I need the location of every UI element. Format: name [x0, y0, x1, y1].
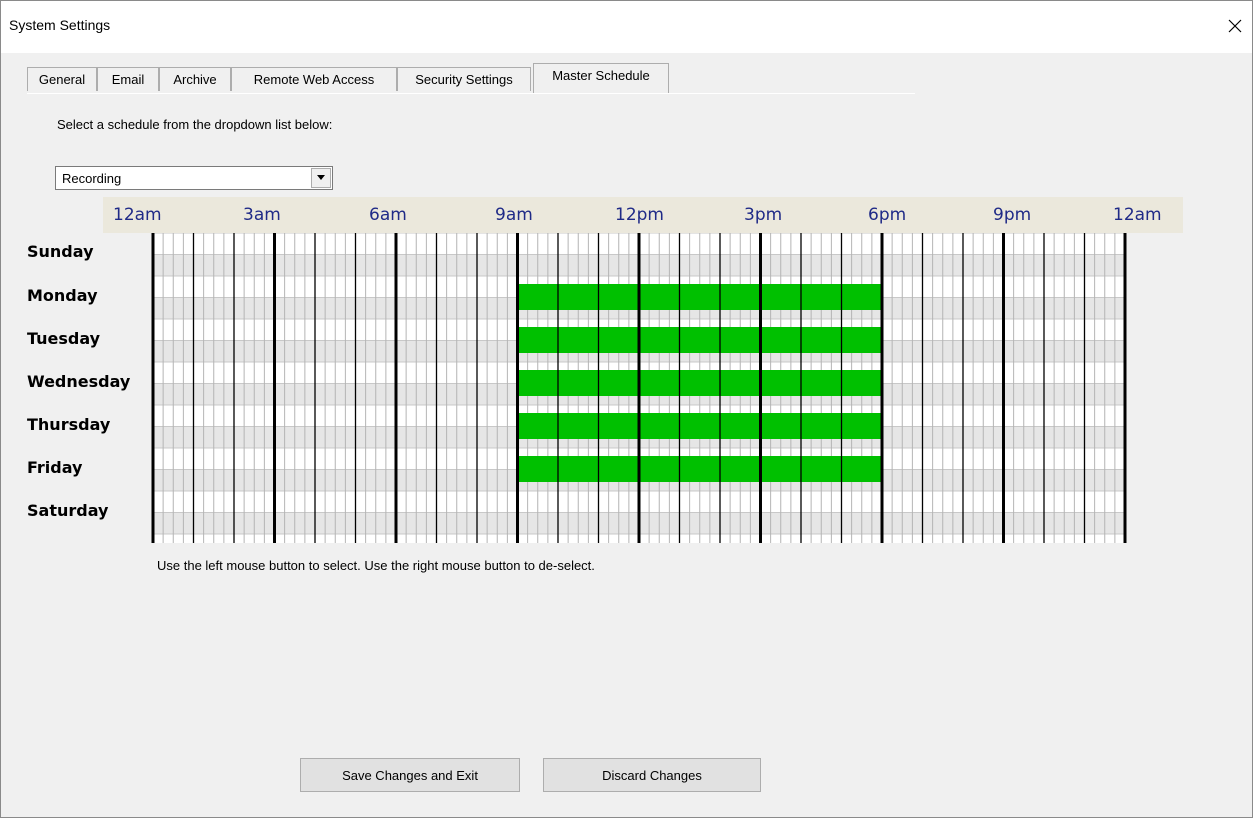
title-bar: System Settings	[1, 1, 1252, 53]
chevron-down-icon	[317, 175, 325, 180]
tab-remote-web-access[interactable]: Remote Web Access	[231, 67, 397, 91]
tab-archive[interactable]: Archive	[159, 67, 231, 91]
time-label: 3pm	[744, 205, 783, 225]
time-label: 6pm	[868, 205, 907, 225]
day-label-friday: Friday	[27, 458, 83, 477]
discard-changes-button[interactable]: Discard Changes	[543, 758, 761, 792]
hint-text: Use the left mouse button to select. Use…	[157, 558, 595, 573]
schedule-block-thursday	[517, 413, 882, 439]
window-title: System Settings	[9, 17, 111, 33]
tab-general[interactable]: General	[27, 67, 97, 91]
save-changes-button[interactable]: Save Changes and Exit	[300, 758, 520, 792]
day-label-monday: Monday	[27, 286, 98, 305]
time-label: 3am	[243, 205, 281, 225]
time-label: 12pm	[615, 205, 664, 225]
time-label: 12am	[113, 205, 162, 225]
schedule-block-tuesday	[517, 327, 882, 353]
schedule-block-wednesday	[517, 370, 882, 396]
day-label-thursday: Thursday	[27, 415, 111, 434]
day-label-tuesday: Tuesday	[27, 329, 101, 348]
schedule-grid[interactable]	[151, 233, 1127, 543]
time-label: 12am	[1113, 205, 1162, 225]
time-label: 9pm	[993, 205, 1032, 225]
close-button[interactable]	[1218, 11, 1252, 41]
day-label-wednesday: Wednesday	[27, 372, 131, 391]
time-axis-header: 12am 3am 6am 9am 12pm 3pm 6pm 9pm 12am	[103, 197, 1183, 233]
time-label: 6am	[369, 205, 407, 225]
day-label-sunday: Sunday	[27, 242, 94, 261]
schedule-block-friday	[517, 456, 882, 482]
schedule-dropdown-value: Recording	[62, 171, 122, 186]
tab-security-settings[interactable]: Security Settings	[397, 67, 531, 91]
dropdown-arrow-button[interactable]	[311, 168, 331, 188]
time-label: 9am	[495, 205, 533, 225]
schedule-dropdown[interactable]: Recording	[55, 166, 333, 190]
tab-master-schedule[interactable]: Master Schedule	[533, 63, 669, 93]
instruction-text: Select a schedule from the dropdown list…	[57, 117, 333, 132]
day-label-saturday: Saturday	[27, 501, 109, 520]
settings-window: System Settings General Email Archive Re…	[0, 0, 1253, 818]
tab-divider	[27, 93, 915, 94]
schedule-block-monday	[517, 284, 882, 310]
tab-email[interactable]: Email	[97, 67, 159, 91]
close-icon	[1228, 19, 1242, 33]
